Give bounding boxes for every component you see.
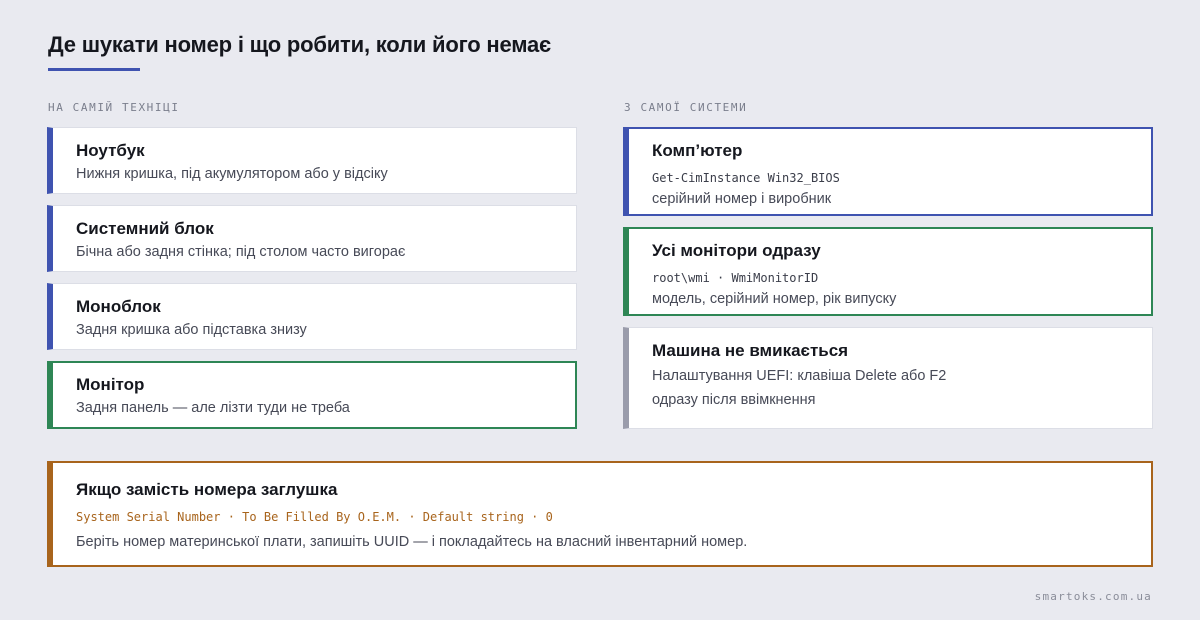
card-title: Моноблок [76, 297, 161, 316]
card-text: серійний номер і виробник [652, 191, 832, 207]
card-text: модель, серійний номер, рік випуску [652, 291, 897, 307]
card-code: System Serial Number · To Be Filled By O… [76, 510, 553, 524]
card-text: Задня панель — але лізти туди не треба [76, 400, 350, 416]
card-text: Налаштування UEFI: клавіша Delete або F2 [652, 368, 947, 384]
card-code: root\wmi · WmiMonitorID [652, 271, 819, 285]
card-title: Усі монітори одразу [652, 241, 821, 260]
card-title: Ноутбук [76, 141, 145, 160]
card-no-boot: Машина не вмикається Налаштування UEFI: … [623, 327, 1153, 429]
section-label-system: З САМОЇ СИСТЕМИ [624, 101, 748, 114]
card-text-continued: одразу після ввімкнення [652, 392, 816, 408]
section-label-hardware: НА САМІЙ ТЕХНІЦІ [48, 101, 180, 114]
card-text: Нижня кришка, під акумулятором або у від… [76, 166, 388, 182]
card-computer: Комп’ютер Get-CimInstance Win32_BIOS сер… [623, 127, 1153, 216]
card-all-monitors: Усі монітори одразу root\wmi · WmiMonito… [623, 227, 1153, 316]
card-system-unit: Системний блок Бічна або задня стінка; п… [47, 205, 577, 272]
card-title: Машина не вмикається [652, 341, 849, 360]
page-title: Де шукати номер і що робити, коли його н… [48, 32, 551, 57]
card-title: Якщо замість номера заглушка [76, 480, 338, 499]
card-placeholder-serial: Якщо замість номера заглушка System Seri… [47, 461, 1153, 567]
card-title: Системний блок [76, 219, 214, 238]
card-code: Get-CimInstance Win32_BIOS [652, 171, 840, 185]
card-text: Задня кришка або підставка знизу [76, 322, 307, 338]
card-monitor: Монітор Задня панель — але лізти туди не… [47, 361, 577, 429]
card-title: Монітор [76, 375, 145, 394]
site-footer: smartoks.com.ua [1034, 590, 1152, 603]
card-text: Бічна або задня стінка; під столом часто… [76, 244, 406, 260]
card-all-in-one: Моноблок Задня кришка або підставка зниз… [47, 283, 577, 350]
title-underline [48, 68, 140, 71]
card-laptop: Ноутбук Нижня кришка, під акумулятором а… [47, 127, 577, 194]
card-title: Комп’ютер [652, 141, 743, 160]
card-text: Беріть номер материнської плати, запишіт… [76, 534, 748, 550]
